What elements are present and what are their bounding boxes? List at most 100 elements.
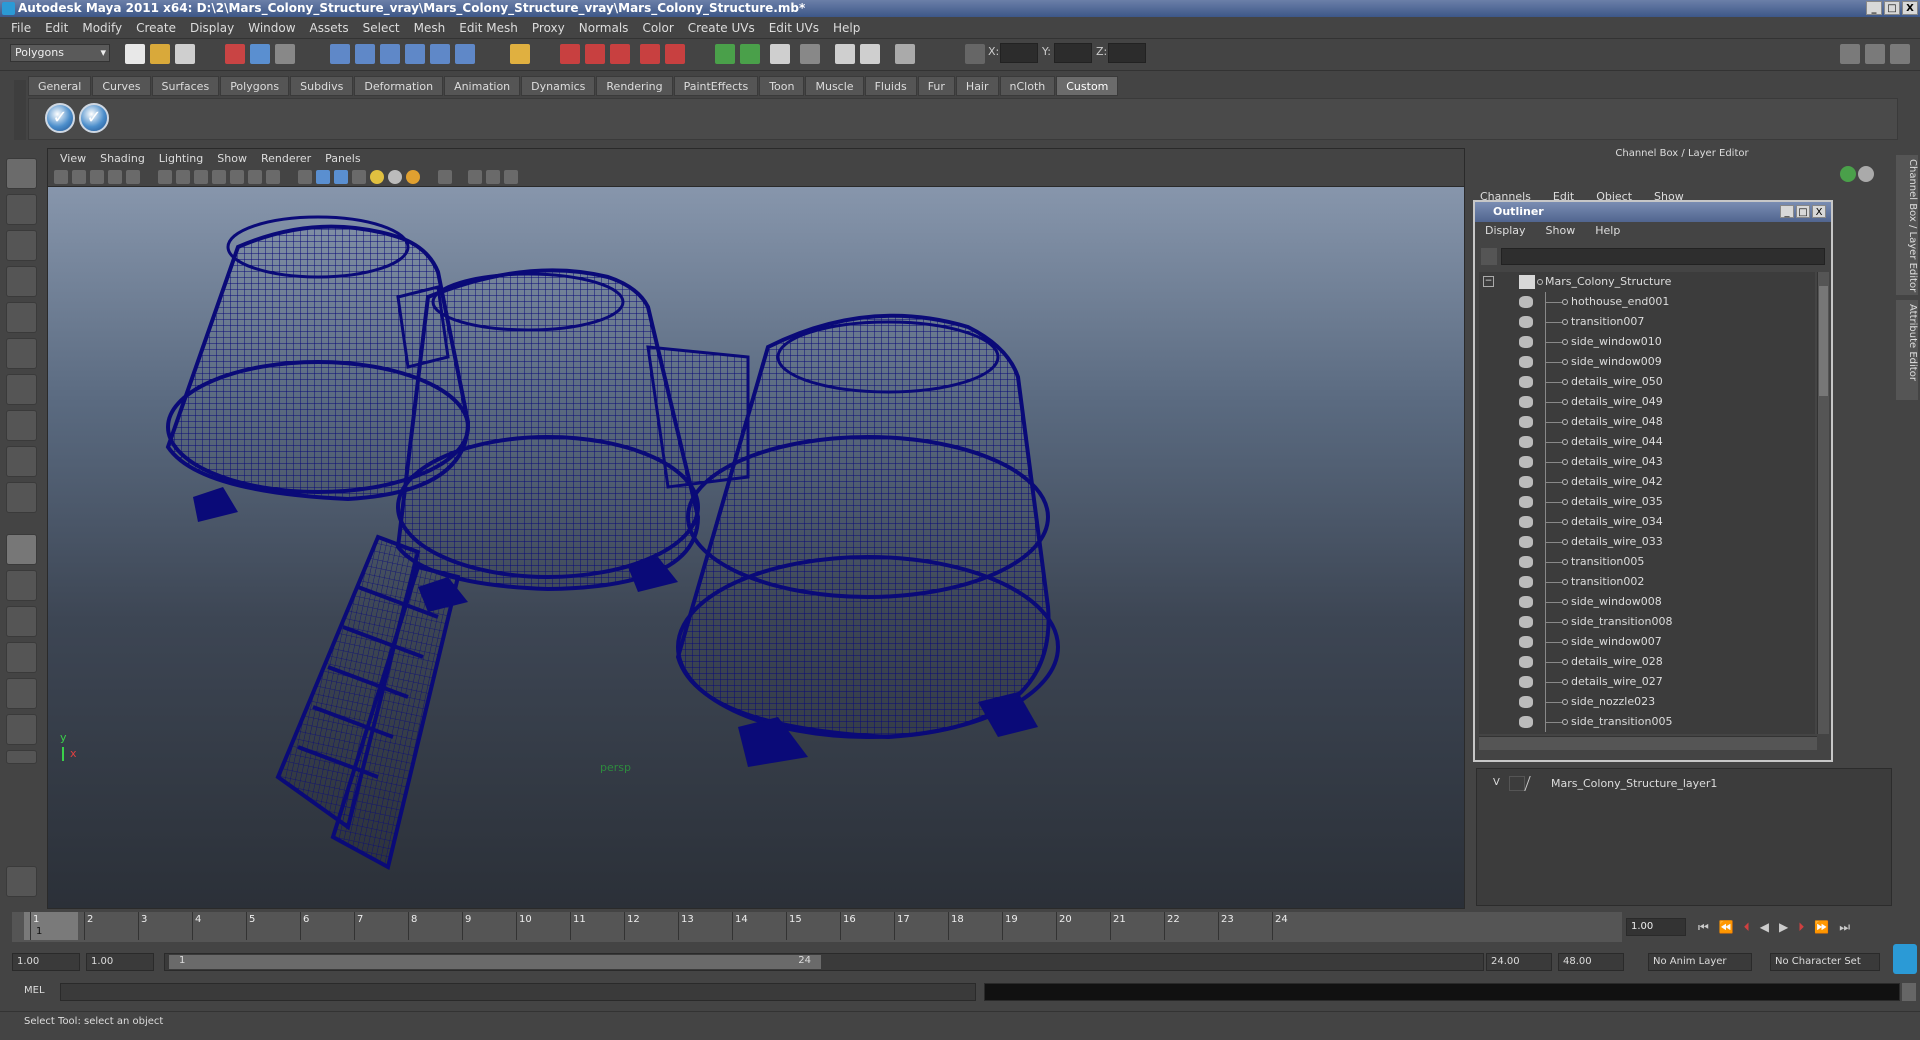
y-field[interactable] (1054, 43, 1092, 63)
step-back-key-icon[interactable]: ⏪ (1719, 920, 1734, 935)
outliner-item[interactable]: side_window009 (1479, 352, 1813, 372)
menu-modify[interactable]: Modify (75, 21, 129, 35)
safe-action-icon[interactable] (248, 170, 262, 184)
film-gate-icon[interactable] (176, 170, 190, 184)
outliner-item[interactable]: side_window007 (1479, 632, 1813, 652)
hypershade-icon[interactable] (640, 44, 660, 64)
outliner-item[interactable]: details_wire_027 (1479, 672, 1813, 692)
soft-modification-icon[interactable] (6, 410, 37, 441)
outliner-item[interactable]: details_wire_034 (1479, 512, 1813, 532)
outliner-item[interactable]: details_wire_048 (1479, 412, 1813, 432)
outliner-item[interactable]: side_nozzle023 (1479, 692, 1813, 712)
outliner-item[interactable]: details_wire_050 (1479, 372, 1813, 392)
outliner-item[interactable]: details_wire_035 (1479, 492, 1813, 512)
absolute-transform-icon[interactable] (965, 44, 985, 64)
layer-visibility-toggle[interactable]: V (1493, 777, 1500, 788)
layer-type-toggle[interactable] (1509, 776, 1525, 791)
open-scene-icon[interactable] (150, 44, 170, 64)
step-forward-frame-icon[interactable]: ⏵ (1798, 920, 1804, 935)
outliner-item[interactable]: side_transition005 (1479, 712, 1813, 732)
vp-menu-view[interactable]: View (53, 152, 93, 165)
move-tool-icon[interactable] (6, 266, 37, 297)
lasso-tool-icon[interactable] (6, 194, 37, 225)
menu-edit[interactable]: Edit (38, 21, 75, 35)
outliner-menu-display[interactable]: Display (1475, 224, 1536, 237)
shelf-tab-curves[interactable]: Curves (92, 76, 151, 96)
show-hide-icon[interactable] (800, 44, 820, 64)
smooth-shade-icon[interactable] (316, 170, 330, 184)
shelf-tab-fluids[interactable]: Fluids (864, 76, 917, 96)
persp-graph-layout-icon[interactable] (6, 642, 37, 673)
menu-normals[interactable]: Normals (572, 21, 636, 35)
shelf-tab-general[interactable]: General (28, 76, 92, 96)
menu-file[interactable]: File (4, 21, 38, 35)
outliner-min-button[interactable]: _ (1780, 205, 1794, 218)
scale-tool-icon[interactable] (6, 338, 37, 369)
make-live-icon[interactable] (430, 44, 450, 64)
outliner-item[interactable]: side_window008 (1479, 592, 1813, 612)
shelf-tab-animation[interactable]: Animation (444, 76, 521, 96)
outliner-item[interactable]: details_wire_044 (1479, 432, 1813, 452)
custom-tool-icon[interactable] (6, 866, 37, 897)
outliner-item[interactable]: transition002 (1479, 572, 1813, 592)
textured-icon[interactable] (352, 170, 366, 184)
channel-icon[interactable] (895, 44, 915, 64)
render-view-icon[interactable] (665, 44, 685, 64)
vp-menu-panels[interactable]: Panels (318, 152, 367, 165)
menu-edit-mesh[interactable]: Edit Mesh (452, 21, 525, 35)
select-tool-icon[interactable] (6, 158, 37, 189)
vp-menu-show[interactable]: Show (210, 152, 254, 165)
shelf-tab-polygons[interactable]: Polygons (220, 76, 290, 96)
attribute-editor-toggle-icon[interactable] (1840, 44, 1860, 64)
outliner-close-button[interactable]: X (1812, 205, 1826, 218)
render-settings-icon[interactable] (610, 44, 630, 64)
range-slider-track[interactable]: 1 24 (164, 953, 1484, 971)
shelf-tab-rendering[interactable]: Rendering (596, 76, 673, 96)
shelf-tab-ncloth[interactable]: nCloth (999, 76, 1056, 96)
shelf-menu-handle[interactable] (14, 80, 26, 140)
paint-select-tool-icon[interactable] (6, 230, 37, 261)
xray-components-icon[interactable] (504, 170, 518, 184)
layer-editor-icon[interactable] (1858, 166, 1874, 182)
playback-end-field[interactable]: 24.00 (1486, 953, 1552, 971)
menu-assets[interactable]: Assets (303, 21, 356, 35)
show-manipulator-icon[interactable] (6, 446, 37, 477)
shelf-tab-subdivs[interactable]: Subdivs (290, 76, 354, 96)
use-all-lights-icon[interactable] (370, 170, 384, 184)
outliner-item[interactable]: details_wire_042 (1479, 472, 1813, 492)
shelf-tab-deformation[interactable]: Deformation (354, 76, 444, 96)
safe-title-icon[interactable] (266, 170, 280, 184)
channel-box-icon[interactable] (1840, 166, 1856, 182)
menu-select[interactable]: Select (356, 21, 407, 35)
vp-menu-lighting[interactable]: Lighting (152, 152, 210, 165)
four-view-layout-icon[interactable] (6, 570, 37, 601)
lock-icon[interactable] (510, 44, 530, 64)
3d-scene[interactable]: persp y x (48, 187, 1464, 908)
save-scene-icon[interactable] (175, 44, 195, 64)
minimize-button[interactable]: _ (1866, 1, 1882, 15)
shelf-tab-custom[interactable]: Custom (1056, 76, 1119, 96)
image-plane-icon[interactable] (90, 170, 104, 184)
outliner-search-field[interactable] (1501, 248, 1825, 265)
snap-grid-icon[interactable] (330, 44, 350, 64)
step-back-frame-icon[interactable]: ⏴ (1744, 920, 1750, 935)
outliner-vertical-scrollbar[interactable] (1817, 272, 1829, 734)
isolate-select-icon[interactable] (438, 170, 452, 184)
outliner-item[interactable]: details_wire_049 (1479, 392, 1813, 412)
field-chart-icon[interactable] (230, 170, 244, 184)
layer-color-swatch[interactable] (1524, 776, 1542, 791)
camera-attributes-icon[interactable] (54, 170, 68, 184)
render-frame-icon[interactable] (560, 44, 580, 64)
channel-box-toggle-icon[interactable] (1890, 44, 1910, 64)
shelf-check-icon-2[interactable]: ✓ (79, 103, 109, 133)
x-field[interactable] (1000, 43, 1038, 63)
ipr-render-icon[interactable] (585, 44, 605, 64)
shelf-tab-painteffects[interactable]: PaintEffects (673, 76, 759, 96)
animation-start-field[interactable]: 1.00 (12, 953, 80, 971)
anim-layer-dropdown[interactable]: No Anim Layer (1648, 953, 1752, 971)
current-time-field[interactable]: 1.00 (1626, 918, 1686, 936)
layer-row[interactable]: V Mars_Colony_Structure_layer1 (1481, 775, 1887, 793)
outliner-root-row[interactable]: − Mars_Colony_Structure (1479, 272, 1813, 292)
camera-bookmark-icon[interactable] (72, 170, 86, 184)
outliner-item[interactable]: transition005 (1479, 552, 1813, 572)
